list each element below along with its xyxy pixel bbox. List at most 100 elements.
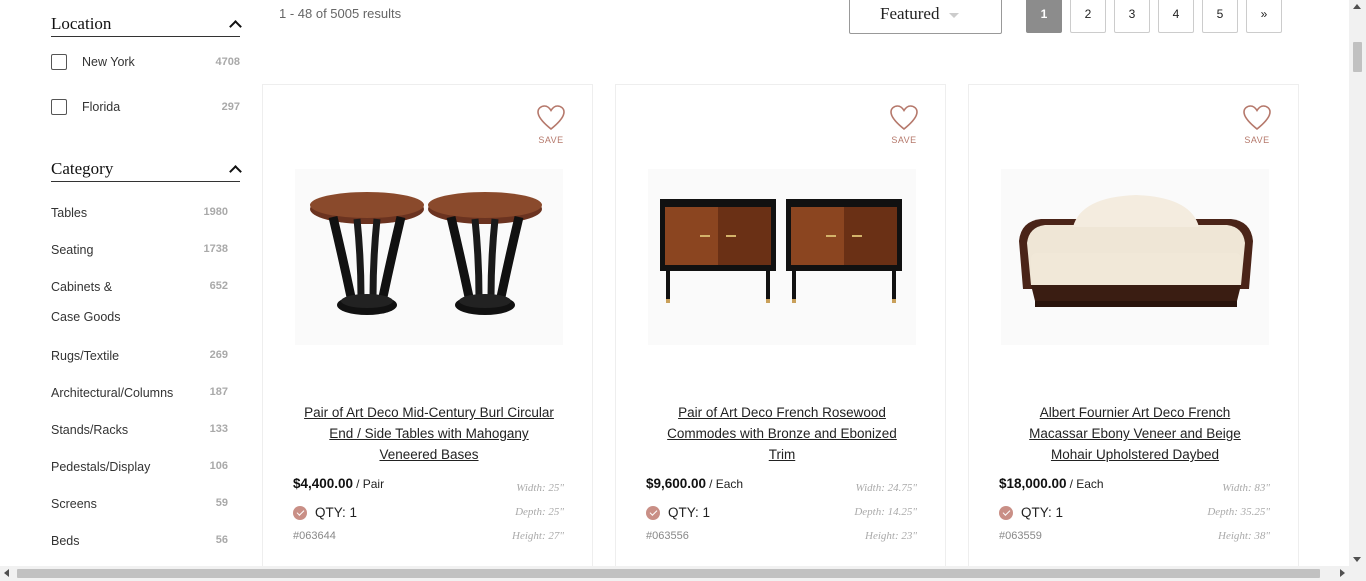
scroll-up-arrow-icon[interactable] [1353, 4, 1361, 9]
product-sku: #063556 [646, 530, 689, 542]
product-price: $18,000.00 [999, 476, 1067, 491]
page-button-5[interactable]: 5 [1202, 0, 1238, 33]
category-item-screens[interactable]: Screens 59 [51, 497, 240, 511]
category-label-line2: Case Goods [51, 310, 121, 324]
product-price: $9,600.00 [646, 476, 707, 491]
page-button-2[interactable]: 2 [1070, 0, 1106, 33]
category-label: Pedestals/Display [51, 460, 151, 474]
collapse-caret-icon[interactable] [230, 164, 240, 174]
dimension-depth: Depth: 35.25" [1207, 506, 1270, 518]
dimension-width: Width: 24.75" [855, 482, 917, 494]
category-item-seating[interactable]: Seating 1738 [51, 243, 240, 257]
product-card: SAVE Albert Fournier Art Deco French Mac… [968, 84, 1299, 581]
category-count: 187 [209, 386, 228, 398]
category-item-tables[interactable]: Tables 1980 [51, 206, 240, 220]
price-unit: / Pair [356, 477, 385, 491]
product-dimensions: Width: 83" Depth: 35.25" Height: 38" [1207, 476, 1270, 548]
collapse-caret-icon[interactable] [230, 19, 240, 29]
horizontal-scrollbar[interactable] [0, 566, 1366, 581]
location-filter-title: Location [51, 14, 112, 33]
page-button-1[interactable]: 1 [1026, 0, 1062, 33]
product-card: SAVE Pair of Art Deco French Rosewood Co… [615, 84, 946, 581]
florida-checkbox[interactable] [51, 99, 67, 115]
category-count: 1738 [203, 243, 228, 255]
location-option-florida[interactable]: Florida 297 [51, 95, 240, 119]
price-line: $18,000.00 / Each [999, 476, 1104, 491]
heart-icon [890, 105, 918, 131]
scroll-down-arrow-icon[interactable] [1353, 557, 1361, 562]
product-title-link[interactable]: Pair of Art Deco Mid-Century Burl Circul… [303, 402, 555, 465]
save-button[interactable]: SAVE [1242, 105, 1272, 145]
location-count: 4708 [215, 56, 240, 68]
scroll-right-arrow-icon[interactable] [1340, 569, 1345, 577]
category-filter-header[interactable]: Category [51, 159, 240, 182]
save-label: SAVE [1244, 135, 1270, 145]
results-count: 1 - 48 of 5005 results [279, 6, 402, 21]
category-count: 59 [215, 497, 228, 509]
quantity-line: QTY: 1 [293, 505, 357, 520]
dimension-width: Width: 25" [516, 482, 564, 494]
category-item-pedestals[interactable]: Pedestals/Display 106 [51, 460, 240, 474]
category-count: 133 [209, 423, 228, 435]
next-page-button[interactable]: » [1246, 0, 1282, 33]
quantity-line: QTY: 1 [999, 505, 1063, 520]
location-filter-header[interactable]: Location [51, 14, 240, 37]
price-unit: / Each [709, 477, 744, 491]
dimension-height: Height: 27" [512, 530, 564, 542]
horizontal-scroll-thumb[interactable] [17, 569, 1320, 578]
page-button-3[interactable]: 3 [1114, 0, 1150, 33]
dimension-height: Height: 23" [865, 530, 917, 542]
category-item-rugs[interactable]: Rugs/Textile 269 [51, 349, 240, 363]
new-york-checkbox[interactable] [51, 54, 67, 70]
category-item-cabinets[interactable]: Cabinets & Case Goods 652 [51, 280, 240, 324]
location-option-new-york[interactable]: New York 4708 [51, 50, 240, 74]
check-circle-icon [293, 505, 307, 520]
category-count: 269 [209, 349, 228, 361]
scroll-left-arrow-icon[interactable] [4, 569, 9, 577]
product-title-link[interactable]: Albert Fournier Art Deco French Macassar… [1009, 402, 1261, 465]
check-circle-icon [646, 505, 660, 520]
dimension-depth: Depth: 14.25" [854, 506, 917, 518]
product-image[interactable] [1001, 169, 1269, 345]
chevron-down-icon [949, 12, 960, 18]
product-image[interactable] [295, 169, 563, 345]
vertical-scroll-thumb[interactable] [1353, 42, 1362, 72]
product-dimensions: Width: 24.75" Depth: 14.25" Height: 23" [854, 476, 917, 548]
category-item-beds[interactable]: Beds 56 [51, 534, 240, 548]
price-unit: / Each [1069, 477, 1104, 491]
save-button[interactable]: SAVE [889, 105, 919, 145]
category-item-stands[interactable]: Stands/Racks 133 [51, 423, 240, 437]
category-label: Stands/Racks [51, 423, 129, 437]
sort-dropdown[interactable]: Featured [849, 0, 1002, 34]
product-title-link[interactable]: Pair of Art Deco French Rosewood Commode… [656, 402, 908, 465]
category-count: 652 [209, 280, 228, 292]
dimension-depth: Depth: 25" [515, 506, 564, 518]
category-label: Architectural/Columns [51, 386, 174, 400]
product-image[interactable] [648, 169, 916, 345]
vertical-scrollbar[interactable] [1349, 0, 1366, 566]
category-label: Screens [51, 497, 97, 511]
product-card: SAVE Pair of Art Deco Mid-Century Burl C… [262, 84, 593, 581]
save-button[interactable]: SAVE [536, 105, 566, 145]
save-label: SAVE [891, 135, 917, 145]
check-circle-icon [999, 505, 1013, 520]
category-item-architectural[interactable]: Architectural/Columns 187 [51, 386, 240, 400]
heart-icon [537, 105, 565, 131]
product-quantity: QTY: 1 [668, 505, 711, 520]
category-label: Seating [51, 243, 94, 257]
product-quantity: QTY: 1 [315, 505, 358, 520]
price-line: $9,600.00 / Each [646, 476, 743, 491]
category-label: Beds [51, 534, 80, 548]
pagination: 1 2 3 4 5 » [1026, 0, 1290, 33]
category-count: 106 [209, 460, 228, 472]
quantity-line: QTY: 1 [646, 505, 710, 520]
commodes-pair-image [660, 199, 902, 303]
save-label: SAVE [538, 135, 564, 145]
category-label: Rugs/Textile [51, 349, 120, 363]
category-label: Tables [51, 206, 88, 220]
page-button-4[interactable]: 4 [1158, 0, 1194, 33]
product-sku: #063559 [999, 530, 1042, 542]
product-quantity: QTY: 1 [1021, 505, 1064, 520]
product-price: $4,400.00 [293, 476, 354, 491]
location-count: 297 [221, 101, 240, 113]
